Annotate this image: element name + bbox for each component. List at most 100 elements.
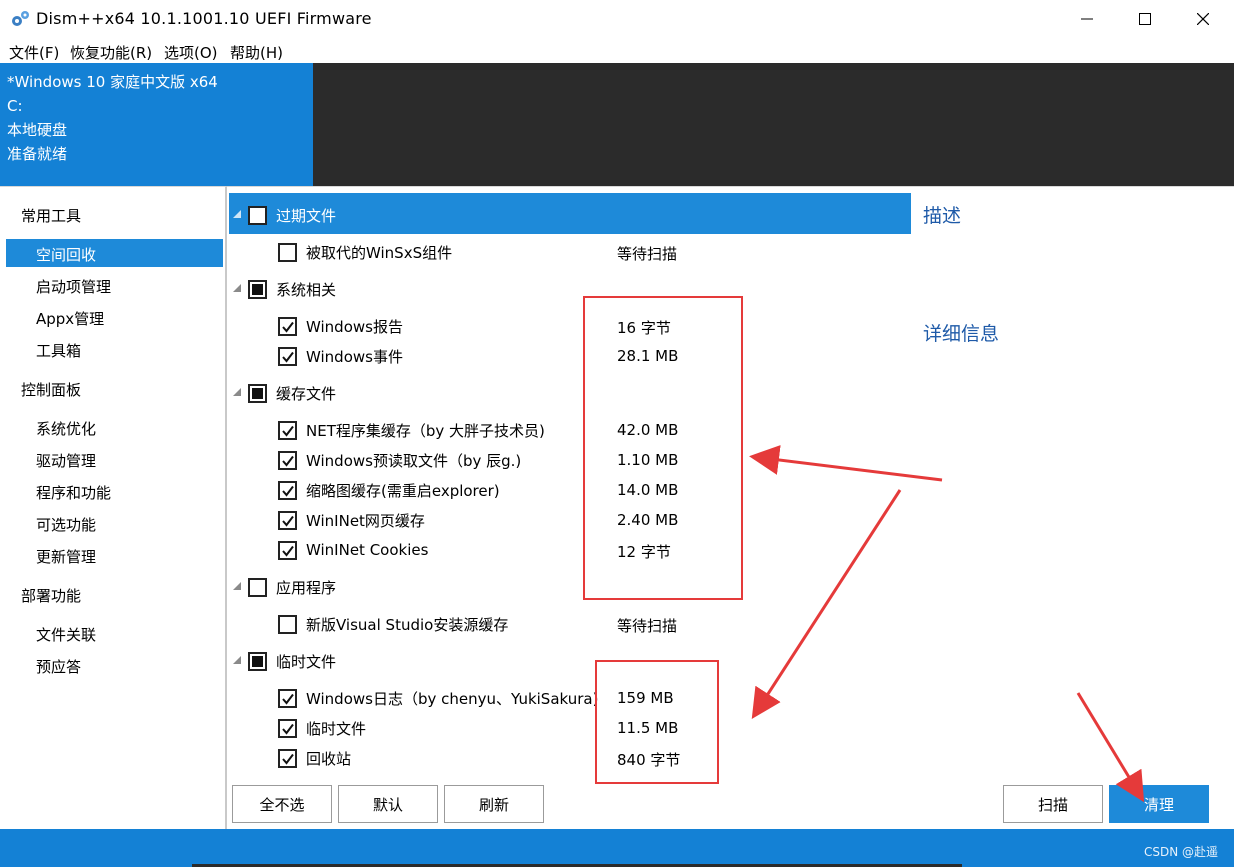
checkbox[interactable]: [248, 651, 267, 671]
checkbox[interactable]: [278, 614, 297, 634]
checkmark-icon: [282, 515, 294, 527]
checkbox[interactable]: [278, 480, 297, 500]
clean-button[interactable]: 清理: [1109, 785, 1209, 823]
sidebar-item-startup[interactable]: 启动项管理: [36, 276, 111, 297]
status-bar: [0, 829, 1234, 867]
checkbox[interactable]: [248, 205, 267, 225]
checkmark-icon: [282, 485, 294, 497]
default-button[interactable]: 默认: [338, 785, 438, 823]
item-row[interactable]: 新版Visual Studio安装源缓存: [278, 610, 508, 638]
sidebar-item-appx[interactable]: Appx管理: [36, 308, 104, 329]
item-row[interactable]: Windows预读取文件（by 辰g.): [278, 446, 521, 474]
annotation-box-temp-sizes: [595, 660, 719, 784]
item-row[interactable]: 被取代的WinSxS组件: [278, 238, 452, 266]
item-row[interactable]: 回收站: [278, 744, 351, 772]
item-row[interactable]: NET程序集缓存（by 大胖子技术员): [278, 416, 545, 444]
checkmark-icon: [282, 321, 294, 333]
group-row-cache[interactable]: 缓存文件: [248, 379, 336, 407]
checkmark-icon: [282, 753, 294, 765]
checkbox[interactable]: [278, 540, 297, 560]
description-title: 描述: [923, 205, 962, 227]
checkbox[interactable]: [278, 510, 297, 530]
collapse-triangle-icon[interactable]: [232, 387, 242, 397]
checkmark-icon: [282, 351, 294, 363]
item-row[interactable]: Windows日志（by chenyu、YukiSakura): [278, 684, 598, 712]
checkbox[interactable]: [248, 577, 267, 597]
item-label: 回收站: [306, 749, 352, 768]
checkbox[interactable]: [278, 748, 297, 768]
sidebar-item-programs[interactable]: 程序和功能: [36, 482, 111, 503]
sidebar-item-space-cleanup[interactable]: 空间回收: [36, 244, 96, 265]
group-row-expired[interactable]: 过期文件: [248, 201, 336, 229]
item-label: Windows日志（by chenyu、YukiSakura): [306, 689, 599, 708]
session-info-panel[interactable]: *Windows 10 家庭中文版 x64 C: 本地硬盘 准备就绪: [0, 63, 313, 186]
checkmark-icon: [282, 425, 294, 437]
maximize-button[interactable]: [1116, 0, 1174, 38]
item-row[interactable]: Windows报告: [278, 312, 403, 340]
checkbox[interactable]: [278, 450, 297, 470]
collapse-triangle-icon[interactable]: [232, 283, 242, 293]
sidebar: 常用工具 空间回收 启动项管理 Appx管理 工具箱 控制面板 系统优化 驱动管…: [0, 186, 227, 829]
sidebar-group-control-panel: 控制面板: [21, 381, 82, 399]
sidebar-item-answer-file[interactable]: 预应答: [36, 656, 81, 677]
watermark: CSDN @赴遥: [1143, 845, 1218, 859]
drive-letter: C:: [7, 97, 23, 115]
checkbox[interactable]: [248, 279, 267, 299]
checkbox[interactable]: [278, 316, 297, 336]
checkbox[interactable]: [278, 420, 297, 440]
item-label: WinINet Cookies: [306, 541, 429, 559]
sidebar-group-deployment: 部署功能: [21, 587, 82, 605]
checkbox[interactable]: [248, 383, 267, 403]
checkmark-icon: [282, 545, 294, 557]
collapse-triangle-icon[interactable]: [232, 209, 242, 219]
group-label: 缓存文件: [276, 384, 337, 403]
close-button[interactable]: [1174, 0, 1232, 38]
item-label: NET程序集缓存（by 大胖子技术员): [306, 421, 545, 440]
maximize-icon: [1139, 13, 1151, 25]
deselect-all-button[interactable]: 全不选: [232, 785, 332, 823]
checkbox[interactable]: [278, 718, 297, 738]
details-title: 详细信息: [923, 323, 1000, 345]
item-label: Windows预读取文件（by 辰g.): [306, 451, 522, 470]
item-row[interactable]: 缩略图缓存(需重启explorer): [278, 476, 500, 504]
session-status: 准备就绪: [7, 145, 68, 163]
sidebar-item-file-association[interactable]: 文件关联: [36, 624, 96, 645]
gears-icon: [12, 11, 29, 26]
item-row[interactable]: WinINet网页缓存: [278, 506, 425, 534]
group-row-temp[interactable]: 临时文件: [248, 647, 336, 675]
os-name: *Windows 10 家庭中文版 x64: [7, 73, 218, 91]
collapse-triangle-icon[interactable]: [232, 581, 242, 591]
menu-restore[interactable]: 恢复功能(R): [70, 42, 152, 63]
minimize-button[interactable]: [1058, 0, 1116, 38]
collapse-triangle-icon[interactable]: [232, 655, 242, 665]
item-row[interactable]: WinINet Cookies: [278, 536, 428, 564]
item-label: Windows事件: [306, 347, 403, 366]
menu-options[interactable]: 选项(O): [164, 42, 218, 63]
group-label: 系统相关: [276, 280, 337, 299]
group-row-system[interactable]: 系统相关: [248, 275, 336, 303]
sidebar-item-updates[interactable]: 更新管理: [36, 546, 96, 567]
item-label: WinINet网页缓存: [306, 511, 425, 530]
checkmark-icon: [282, 723, 294, 735]
checkbox[interactable]: [278, 346, 297, 366]
sidebar-item-toolbox[interactable]: 工具箱: [36, 340, 81, 361]
item-label: 临时文件: [306, 719, 367, 738]
item-label: 新版Visual Studio安装源缓存: [306, 615, 509, 634]
item-row[interactable]: Windows事件: [278, 342, 403, 370]
group-label: 应用程序: [276, 578, 337, 597]
menu-help[interactable]: 帮助(H): [230, 42, 283, 63]
scan-button[interactable]: 扫描: [1003, 785, 1103, 823]
item-label: 缩略图缓存(需重启explorer): [306, 481, 500, 500]
group-row-applications[interactable]: 应用程序: [248, 573, 336, 601]
sidebar-item-optional-features[interactable]: 可选功能: [36, 514, 96, 535]
group-label: 过期文件: [276, 206, 337, 225]
checkbox[interactable]: [278, 242, 297, 262]
refresh-button[interactable]: 刷新: [444, 785, 544, 823]
sidebar-item-drivers[interactable]: 驱动管理: [36, 450, 96, 471]
item-row[interactable]: 临时文件: [278, 714, 366, 742]
checkbox[interactable]: [278, 688, 297, 708]
menu-file[interactable]: 文件(F): [9, 42, 59, 63]
minimize-icon: [1081, 18, 1093, 20]
sidebar-group-common-tools: 常用工具: [21, 207, 82, 225]
sidebar-item-system-optimize[interactable]: 系统优化: [36, 418, 96, 439]
